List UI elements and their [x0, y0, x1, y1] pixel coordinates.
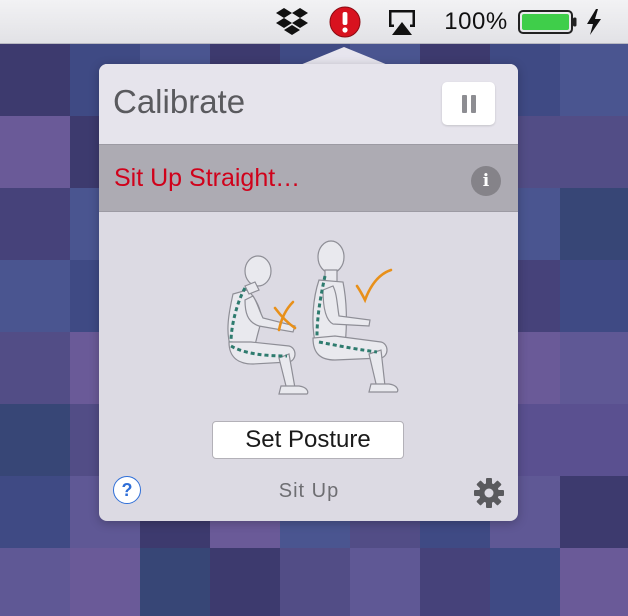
help-icon: ?	[121, 479, 133, 500]
desktop-tile	[0, 404, 70, 476]
calibrate-popover: Calibrate Sit Up Straight… i Set Posture…	[99, 64, 518, 521]
desktop-tile	[350, 548, 420, 616]
desktop-tile	[0, 260, 70, 332]
desktop-tile	[70, 548, 140, 616]
desktop-tile	[560, 476, 628, 548]
desktop-tile	[0, 116, 70, 188]
popover-title: Calibrate	[113, 83, 246, 120]
info-icon: i	[482, 171, 490, 191]
info-button[interactable]: i	[471, 166, 501, 196]
desktop-tile	[560, 332, 628, 404]
set-posture-button[interactable]: Set Posture	[212, 421, 404, 459]
desktop-tile	[560, 44, 628, 116]
status-bar: Sit Up Straight… i	[99, 144, 518, 212]
desktop-tile	[560, 188, 628, 260]
menu-bar: 100%	[0, 0, 628, 44]
desktop-tile	[0, 548, 70, 616]
desktop-tile	[420, 548, 490, 616]
mode-label: Sit Up	[278, 480, 340, 502]
pause-button[interactable]	[442, 82, 495, 125]
pause-icon	[461, 94, 476, 113]
desktop-tile	[560, 260, 628, 332]
posture-status-text: Sit Up Straight…	[114, 164, 301, 192]
desktop-tile	[0, 476, 70, 548]
posture-illustration	[227, 240, 399, 395]
popover-arrow	[300, 47, 388, 65]
desktop-tile	[490, 548, 560, 616]
desktop-tile	[0, 44, 70, 116]
posture-alert-icon[interactable]	[327, 0, 363, 44]
desktop-tile	[560, 548, 628, 616]
help-button[interactable]: ?	[113, 476, 141, 504]
upright-figure	[312, 240, 399, 393]
settings-button[interactable]	[473, 477, 505, 509]
charging-bolt-icon	[582, 0, 606, 44]
desktop-tile	[560, 116, 628, 188]
battery-percent-label: 100%	[444, 8, 508, 35]
popover-header: Calibrate	[99, 64, 518, 144]
slouching-figure	[227, 255, 309, 395]
desktop-tile	[280, 548, 350, 616]
desktop-tile	[140, 548, 210, 616]
dropbox-icon[interactable]	[274, 0, 310, 44]
gear-icon	[474, 478, 504, 508]
desktop-tile	[0, 188, 70, 260]
airplay-icon[interactable]	[383, 0, 421, 44]
desktop-tile	[0, 332, 70, 404]
desktop-tile	[560, 404, 628, 476]
battery-icon[interactable]	[517, 0, 579, 44]
desktop-tile	[210, 548, 280, 616]
correct-check-mark	[355, 268, 393, 304]
